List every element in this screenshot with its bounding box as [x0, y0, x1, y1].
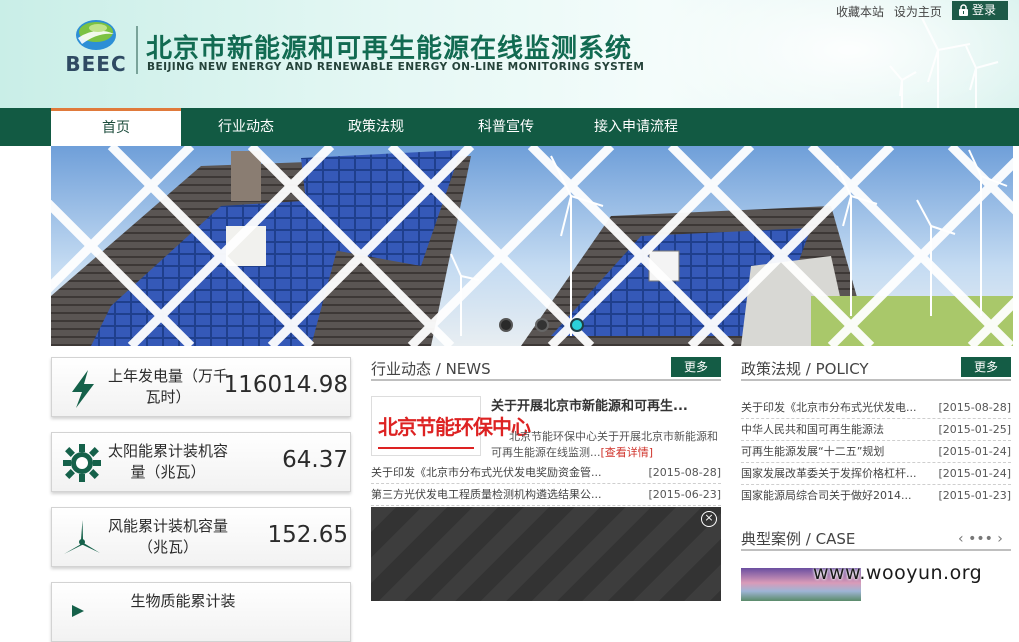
site-title: 北京市新能源和可再生能源在线监测系统 [146, 34, 633, 64]
news-list-item[interactable]: 第三方光伏发电工程质量检测机构遴选结果公... [2015-06-23] [371, 484, 721, 506]
case-dots: ••• [968, 531, 993, 547]
nav-item-policy[interactable]: 政策法规 [311, 108, 441, 146]
sun-gear-icon [63, 444, 101, 482]
stat-label: 生物质能累计装 [130, 592, 236, 610]
wind-turbine-icon [64, 520, 100, 554]
stat-card-wind: 风能累计装机容量（兆瓦） 152.65 [51, 507, 351, 567]
login-button[interactable]: 登录 [952, 1, 1008, 20]
featured-news-title[interactable]: 关于开展北京市新能源和可再生... [491, 395, 720, 414]
close-icon[interactable]: × [701, 511, 717, 527]
stat-card-generation: 上年发电量（万千瓦时） 116014.98 [51, 357, 351, 417]
video-player[interactable]: × [371, 507, 721, 601]
logo-swirl-icon [76, 20, 116, 50]
lock-icon [959, 4, 968, 16]
nav-item-industry-news[interactable]: 行业动态 [181, 108, 311, 146]
news-item-title[interactable]: 第三方光伏发电工程质量检测机构遴选结果公... [371, 484, 641, 506]
policy-list-item[interactable]: 可再生能源发展“十二五”规划 [2015-01-24] [741, 441, 1011, 463]
policy-more-button[interactable]: 更多 [961, 357, 1011, 377]
stat-label: 太阳能累计装机容量（兆瓦） [108, 442, 229, 481]
policy-list-item[interactable]: 中华人民共和国可再生能源法 [2015-01-25] [741, 419, 1011, 441]
news-more-button[interactable]: 更多 [671, 357, 721, 377]
banner-artwork [51, 146, 1013, 346]
news-thumbnail[interactable]: 北京节能环保中心 [371, 396, 531, 456]
policy-section-title: 政策法规 / POLICY [741, 360, 869, 378]
policy-item-date: [2015-01-23] [938, 489, 1011, 502]
stat-card-solar: 太阳能累计装机容量（兆瓦） 64.37 [51, 432, 351, 492]
policy-item-title[interactable]: 可再生能源发展“十二五”规划 [741, 441, 933, 463]
news-item-date: [2015-08-28] [648, 466, 721, 479]
case-next-arrow[interactable]: › [997, 531, 1003, 547]
policy-item-title[interactable]: 国家发展改革委关于发挥价格杠杆... [741, 463, 933, 485]
site-logo[interactable]: BEEC [62, 18, 130, 78]
nav-item-home[interactable]: 首页 [51, 108, 181, 146]
policy-item-date: [2015-08-28] [938, 401, 1011, 414]
news-section-title: 行业动态 / NEWS [371, 360, 491, 378]
slide-dot-2[interactable] [535, 318, 549, 332]
case-prev-arrow[interactable]: ‹ [958, 531, 964, 547]
slide-dot-1[interactable] [499, 318, 513, 332]
case-carousel-controls: ‹ ••• › [958, 531, 1012, 551]
wind-turbine-decoration [889, 17, 999, 108]
news-item-date: [2015-06-23] [648, 488, 721, 501]
news-list-item[interactable]: 关于印发《北京市分布式光伏发电奖励资金管... [2015-08-28] [371, 462, 721, 484]
policy-item-date: [2015-01-24] [938, 445, 1011, 458]
news-item-title[interactable]: 关于印发《北京市分布式光伏发电奖励资金管... [371, 462, 641, 484]
policy-list-item[interactable]: 关于印发《北京市分布式光伏发电... [2015-08-28] [741, 397, 1011, 419]
policy-section-header: 政策法规 / POLICY 更多 [741, 357, 1011, 381]
policy-item-date: [2015-01-24] [938, 467, 1011, 480]
policy-list-item[interactable]: 国家发展改革委关于发挥价格杠杆... [2015-01-24] [741, 463, 1011, 485]
set-homepage-link[interactable]: 设为主页 [894, 5, 942, 19]
site-subtitle: BEIJING NEW ENERGY AND RENEWABLE ENERGY … [147, 61, 645, 73]
bookmark-link[interactable]: 收藏本站 [836, 5, 884, 19]
featured-news-summary: 北京节能环保中心关于开展北京市新能源和可再生能源在线监测...[查看详情] [491, 429, 720, 461]
hero-banner[interactable] [51, 146, 1013, 346]
stat-value: 116014.98 [223, 372, 348, 398]
news-section-header: 行业动态 / NEWS 更多 [371, 357, 721, 381]
biomass-icon [72, 605, 84, 617]
main-nav: 首页 行业动态 政策法规 科普宣传 接入申请流程 [0, 108, 1019, 146]
policy-item-title[interactable]: 中华人民共和国可再生能源法 [741, 419, 933, 441]
watermark: www.wooyun.org [813, 562, 983, 584]
policy-item-date: [2015-01-25] [938, 423, 1011, 436]
stat-value: 64.37 [282, 447, 348, 473]
top-links: 收藏本站 设为主页 [836, 3, 948, 20]
view-details-link[interactable]: [查看详情] [601, 446, 654, 459]
stat-value: 152.65 [267, 522, 348, 548]
thumbnail-underline [378, 447, 474, 449]
logo-text: BEEC [65, 52, 127, 76]
nav-item-science[interactable]: 科普宣传 [441, 108, 571, 146]
stat-card-biomass: 生物质能累计装 [51, 582, 351, 642]
lightning-icon [72, 370, 94, 408]
policy-item-title[interactable]: 国家能源局综合司关于做好2014... [741, 485, 933, 507]
nav-item-apply-process[interactable]: 接入申请流程 [571, 108, 701, 146]
stat-label: 上年发电量（万千瓦时） [108, 367, 229, 406]
stat-label: 风能累计装机容量（兆瓦） [108, 517, 229, 556]
policy-list-item[interactable]: 国家能源局综合司关于做好2014... [2015-01-23] [741, 485, 1011, 507]
site-header: BEEC 北京市新能源和可再生能源在线监测系统 BEIJING NEW ENER… [0, 0, 1019, 108]
case-section-title: 典型案例 / CASE [741, 530, 856, 548]
slide-dot-3-active[interactable] [570, 318, 584, 332]
login-label: 登录 [972, 3, 997, 17]
logo-divider [136, 26, 138, 74]
policy-item-title[interactable]: 关于印发《北京市分布式光伏发电... [741, 397, 933, 419]
